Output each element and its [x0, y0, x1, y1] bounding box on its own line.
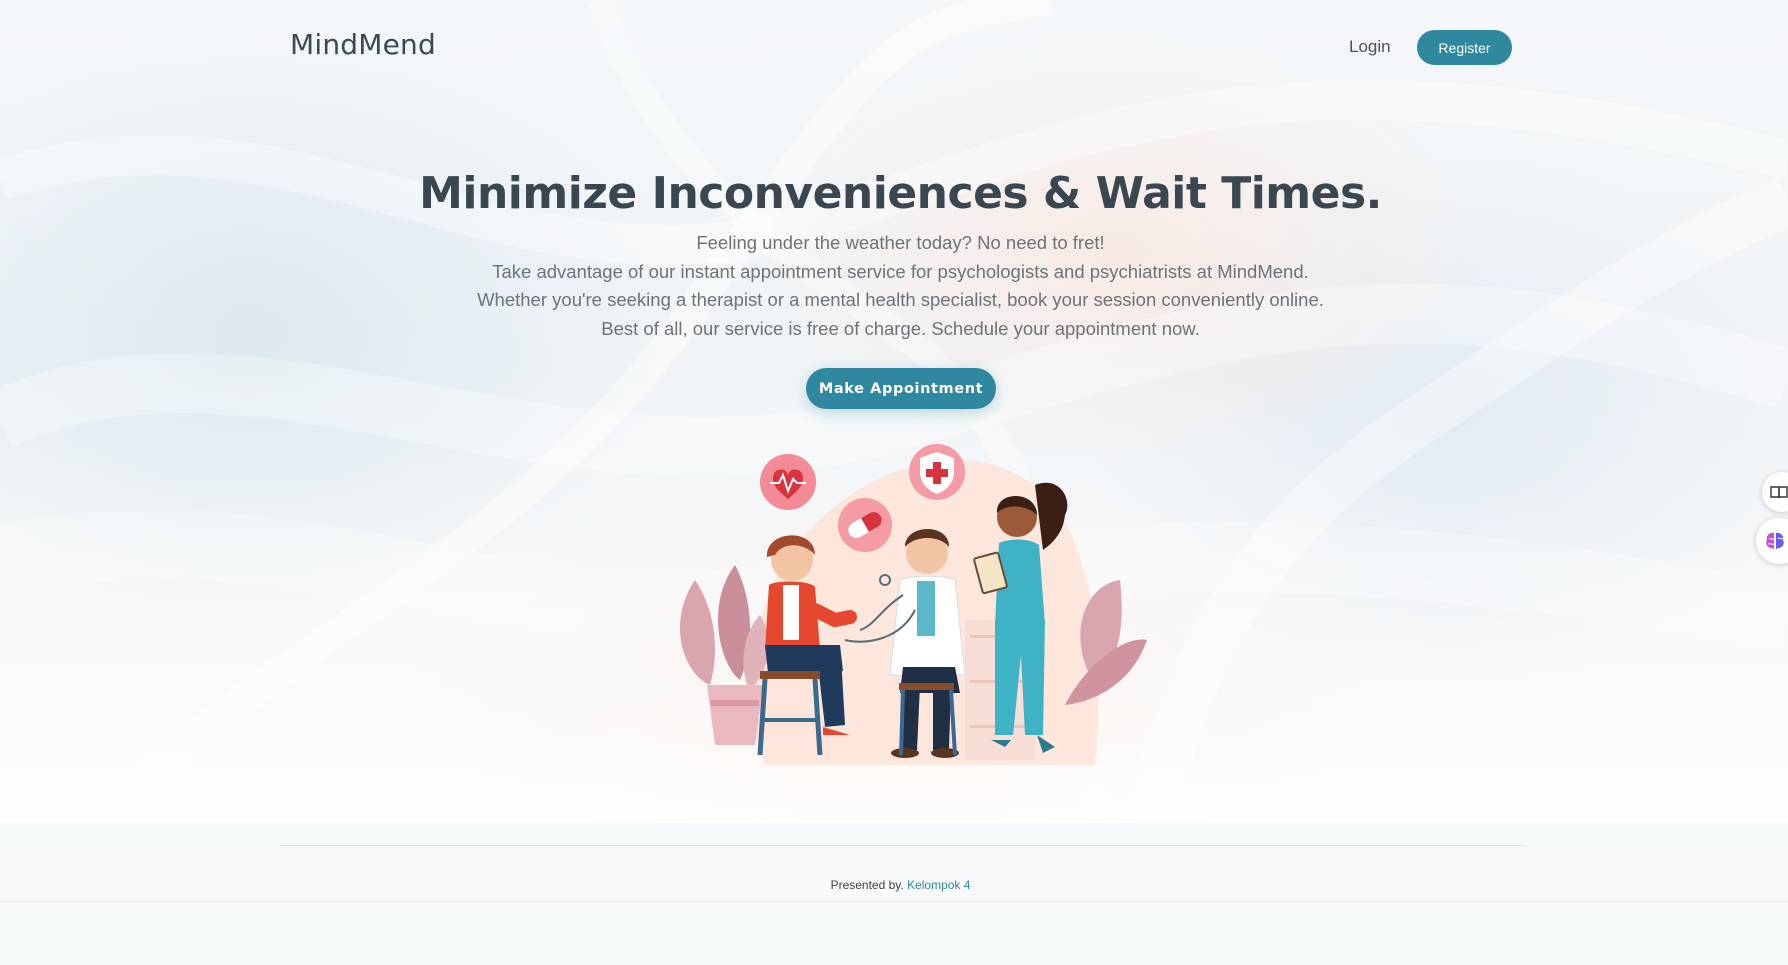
- hero-line-2: Take advantage of our instant appointmen…: [492, 260, 1309, 282]
- footer-kelompok-link[interactable]: Kelompok 4: [907, 878, 970, 892]
- make-appointment-button[interactable]: Make Appointment: [806, 368, 996, 409]
- register-button[interactable]: Register: [1417, 30, 1512, 65]
- doctor-patient-illustration: [679, 444, 1147, 765]
- login-link[interactable]: Login: [1349, 37, 1391, 57]
- footer-presented-by: Presented by.: [830, 878, 904, 892]
- medical-shield-icon: [909, 444, 965, 500]
- book-icon: [1770, 486, 1788, 499]
- hero-line-4: Best of all, our service is free of char…: [601, 317, 1200, 339]
- heart-rate-icon: [760, 454, 816, 510]
- bottom-divider: [0, 901, 1788, 902]
- top-navbar: MindMend Login Register: [0, 0, 1788, 95]
- footer-credit: Presented by. Kelompok 4: [0, 878, 1788, 892]
- pill-icon: [838, 498, 892, 552]
- footer: Presented by. Kelompok 4: [0, 845, 1788, 902]
- brand-logo[interactable]: MindMend: [290, 28, 436, 61]
- hero-title: Minimize Inconveniences & Wait Times.: [419, 168, 1382, 219]
- left-plant: [679, 565, 769, 745]
- footer-divider: [280, 845, 1524, 846]
- hero-line-3: Whether you're seeking a therapist or a …: [477, 289, 1324, 310]
- hero-line-1: Feeling under the weather today? No need…: [696, 232, 1105, 253]
- brain-icon: [1766, 532, 1784, 549]
- hero-description: Feeling under the weather today? No need…: [0, 229, 1788, 343]
